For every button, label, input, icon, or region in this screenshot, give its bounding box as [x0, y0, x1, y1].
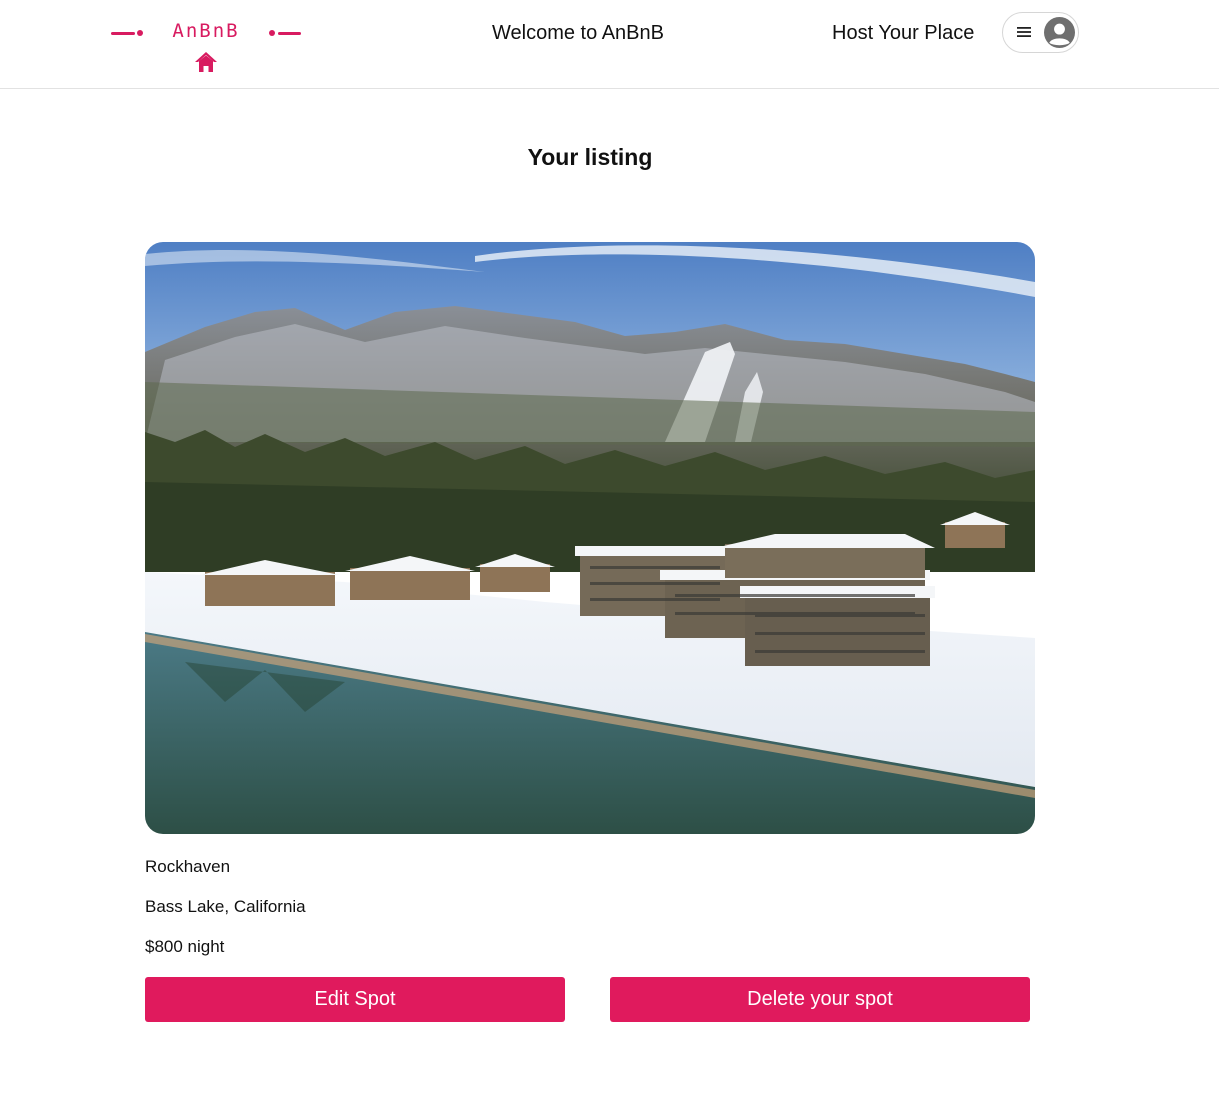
profile-menu-button[interactable]: [1002, 12, 1079, 53]
listing-photo: [145, 242, 1035, 834]
host-your-place-link[interactable]: Host Your Place: [832, 22, 974, 45]
top-navigation-bar: AnBnB Welcome to AnBnB Host Your Place: [0, 0, 1219, 89]
listing-price: $800 night: [145, 937, 225, 956]
snowy-lakeside-resort-photo: [145, 242, 1035, 834]
page-title: Your listing: [527, 144, 653, 170]
logo-right-dot: [269, 30, 275, 36]
logo-left-dot: [137, 30, 143, 36]
user-avatar-icon: [1044, 17, 1075, 48]
hamburger-menu-icon: [1017, 27, 1031, 37]
edit-spot-button[interactable]: Edit Spot: [145, 977, 565, 1022]
house-icon: [195, 52, 217, 72]
logo-right-dash: [278, 32, 301, 35]
delete-spot-button[interactable]: Delete your spot: [610, 977, 1030, 1022]
welcome-message: Welcome to AnBnB: [492, 22, 664, 44]
home-logo-link[interactable]: AnBnB: [108, 18, 304, 76]
listing-name: Rockhaven: [145, 857, 231, 876]
listing-location: Bass Lake, California: [145, 897, 306, 916]
logo-left-dash: [111, 32, 135, 35]
logo-wordmark: AnBnB: [172, 20, 240, 42]
